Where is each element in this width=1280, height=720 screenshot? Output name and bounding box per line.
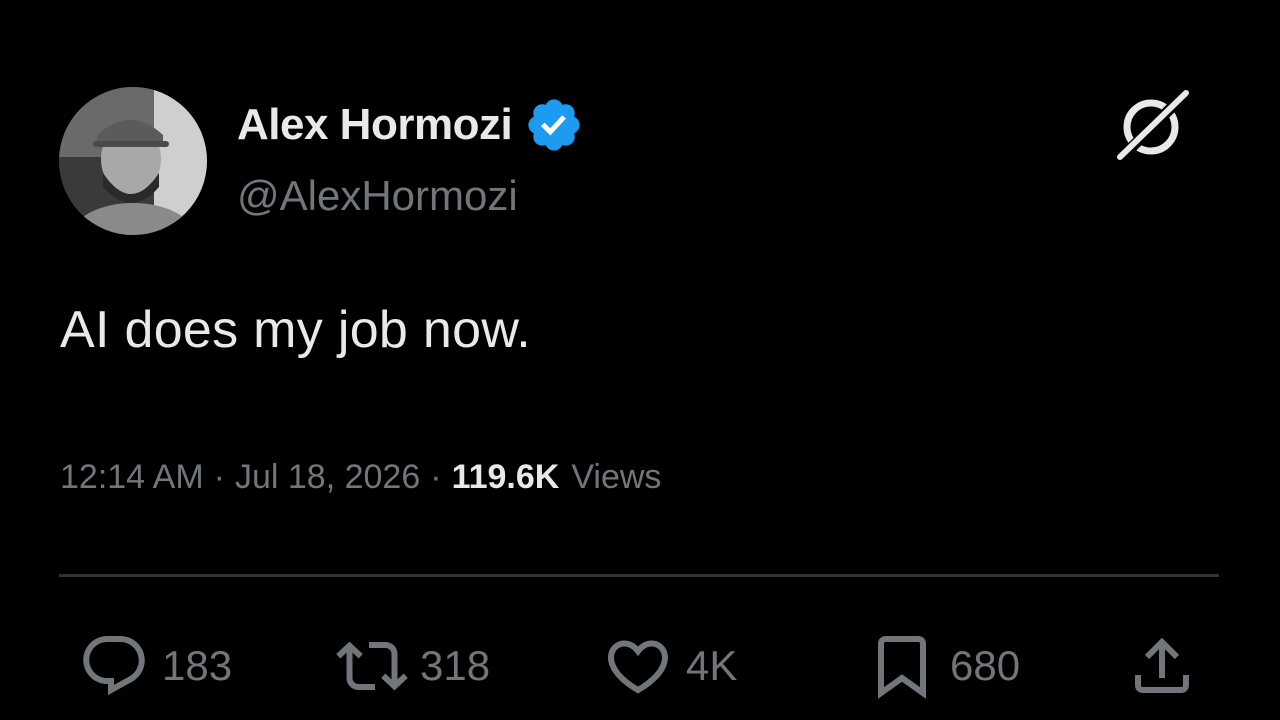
- views-count: 119.6K: [451, 458, 560, 496]
- tweet-meta: 12:14 AM · Jul 18, 2026 · 119.6K Views: [60, 458, 661, 497]
- divider: [59, 574, 1219, 577]
- meta-separator: ·: [213, 458, 225, 496]
- bookmark-count: 680: [950, 642, 1021, 689]
- avatar-image: [59, 87, 207, 235]
- verified-badge-icon[interactable]: [524, 95, 584, 155]
- retweet-button[interactable]: 318: [336, 630, 490, 702]
- reply-icon: [78, 630, 150, 702]
- like-button[interactable]: 4K: [602, 630, 737, 702]
- tweet-text: AI does my job now.: [60, 301, 532, 359]
- like-count: 4K: [686, 642, 738, 689]
- bookmark-button[interactable]: 680: [866, 630, 1020, 702]
- share-icon: [1126, 630, 1198, 702]
- avatar[interactable]: [59, 87, 207, 235]
- tweet-date[interactable]: Jul 18, 2026: [235, 458, 420, 497]
- reply-button[interactable]: 183: [78, 630, 232, 702]
- tweet-time[interactable]: 12:14 AM: [60, 458, 204, 497]
- meta-separator: ·: [430, 458, 442, 496]
- heart-icon: [602, 630, 674, 702]
- reply-count: 183: [162, 642, 233, 689]
- display-name-row: Alex Hormozi: [237, 96, 584, 154]
- author-handle[interactable]: @AlexHormozi: [237, 172, 518, 220]
- retweet-icon: [336, 630, 408, 702]
- retweet-count: 318: [420, 642, 491, 689]
- views-label: Views: [571, 458, 662, 496]
- tweet-card: Alex Hormozi @AlexHormozi AI does my job…: [0, 0, 1280, 720]
- grok-icon[interactable]: [1116, 89, 1190, 163]
- bookmark-icon: [866, 630, 938, 702]
- display-name[interactable]: Alex Hormozi: [237, 100, 513, 150]
- share-button[interactable]: [1126, 630, 1198, 702]
